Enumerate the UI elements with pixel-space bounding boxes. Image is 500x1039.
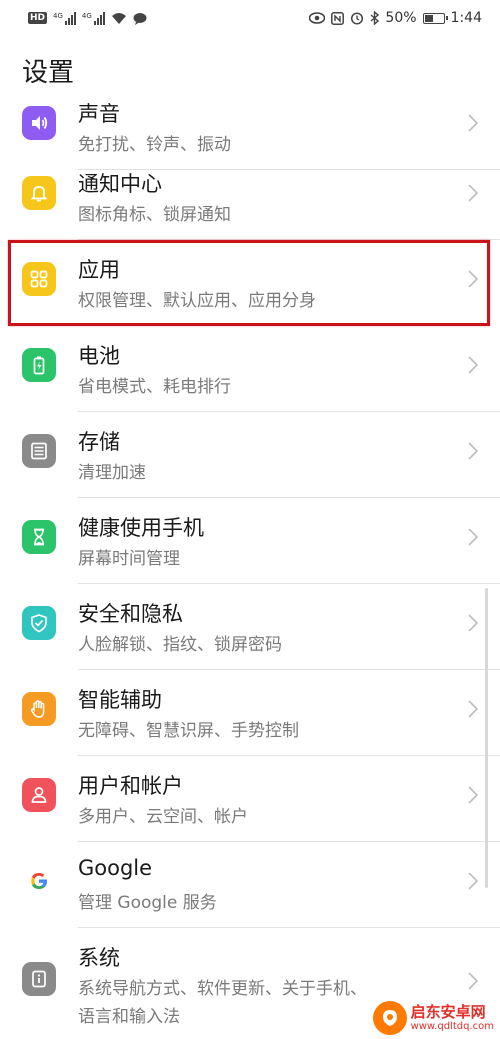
item-label: 电池 (78, 344, 120, 368)
scrollbar[interactable] (485, 588, 488, 888)
bluetooth-icon (370, 11, 380, 25)
alarm-icon (351, 12, 364, 25)
watermark-title: 启东安卓网 (410, 1003, 486, 1022)
storage-icon (22, 434, 56, 468)
page-title: 设置 (22, 58, 75, 88)
status-left: HD 4G 4G (28, 11, 147, 25)
message-icon (133, 12, 147, 25)
item-label: 健康使用手机 (78, 516, 204, 540)
status-bar: HD 4G 4G 50% 1:44 (0, 0, 500, 36)
item-label: 安全和隐私 (78, 602, 183, 626)
item-subtitle: 多用户、云空间、帐户 (78, 807, 248, 827)
clock: 1:44 (450, 10, 482, 26)
battery-percent: 50% (385, 10, 417, 26)
item-subtitle: 系统导航方式、软件更新、关于手机、 (78, 979, 367, 999)
chevron-right-icon (468, 184, 478, 202)
item-label: 存储 (78, 430, 120, 454)
signal-icon: 4G (53, 11, 76, 25)
item-label: 系统 (78, 946, 120, 970)
item-label: Google (78, 856, 153, 880)
item-subtitle: 省电模式、耗电排行 (78, 377, 231, 397)
item-label: 通知中心 (78, 172, 162, 196)
chevron-right-icon (468, 442, 478, 460)
info-icon (22, 962, 56, 996)
nfc-icon (331, 11, 345, 25)
app-header: 设置 (0, 36, 500, 100)
watermark-url: www.qdltdq.com (410, 1020, 494, 1032)
item-subtitle: 屏幕时间管理 (78, 549, 180, 569)
item-subtitle: 清理加速 (78, 463, 146, 483)
list-item-accessibility[interactable]: 智能辅助 无障碍、智慧识屏、手势控制 (0, 670, 500, 756)
chevron-right-icon (468, 700, 478, 718)
battery-icon (422, 12, 448, 24)
highlight-box (8, 240, 490, 326)
hand-icon (22, 692, 56, 726)
list-item-users[interactable]: 用户和帐户 多用户、云空间、帐户 (0, 756, 500, 842)
chevron-right-icon (468, 872, 478, 890)
signal-icon: 4G (82, 11, 105, 25)
shield-icon (22, 606, 56, 640)
watermark: 启东安卓网 www.qdltdq.com (372, 1001, 494, 1035)
item-label: 智能辅助 (78, 688, 162, 712)
list-item-notifications[interactable]: 通知中心 图标角标、锁屏通知 (0, 154, 500, 240)
item-subtitle: 图标角标、锁屏通知 (78, 205, 231, 225)
chevron-right-icon (468, 614, 478, 632)
item-subtitle: 人脸解锁、指纹、锁屏密码 (78, 635, 282, 655)
chevron-right-icon (468, 356, 478, 374)
user-icon (22, 778, 56, 812)
item-subtitle: 无障碍、智慧识屏、手势控制 (78, 721, 299, 741)
watermark-logo-icon (372, 1001, 407, 1035)
chevron-right-icon (468, 528, 478, 546)
item-subtitle: 免打扰、铃声、振动 (78, 135, 231, 155)
eye-icon (309, 12, 326, 24)
bell-icon (22, 176, 56, 210)
list-item-storage[interactable]: 存储 清理加速 (0, 412, 500, 498)
status-right: 50% 1:44 (309, 10, 482, 26)
chevron-right-icon (468, 972, 478, 990)
hourglass-icon (22, 520, 56, 554)
battery-icon (22, 348, 56, 382)
wifi-icon (111, 12, 126, 24)
hd-badge: HD (28, 12, 48, 24)
item-subtitle: 管理 Google 服务 (78, 893, 217, 913)
chevron-right-icon (468, 786, 478, 804)
google-icon (22, 864, 56, 898)
item-subtitle-line2: 语言和输入法 (78, 1007, 180, 1027)
list-item-security[interactable]: 安全和隐私 人脸解锁、指纹、锁屏密码 (0, 584, 500, 670)
chevron-right-icon (468, 114, 478, 132)
item-label: 声音 (78, 102, 120, 126)
item-label: 用户和帐户 (78, 774, 183, 798)
list-item-digital-balance[interactable]: 健康使用手机 屏幕时间管理 (0, 498, 500, 584)
volume-icon (22, 106, 56, 140)
list-item-battery[interactable]: 电池 省电模式、耗电排行 (0, 326, 500, 412)
list-item-google[interactable]: Google 管理 Google 服务 (0, 842, 500, 928)
